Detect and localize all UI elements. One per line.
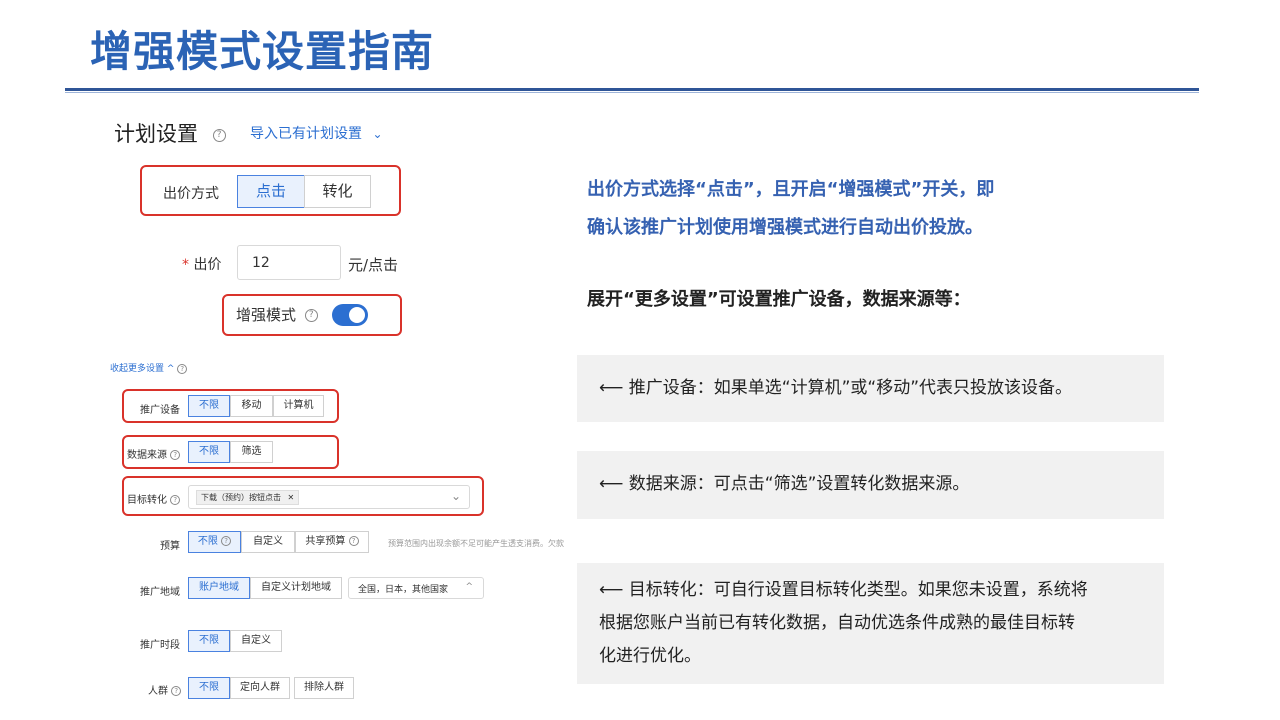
bid-method-conversion-option[interactable]: 转化 xyxy=(304,175,371,208)
title-divider-thin xyxy=(65,92,1199,93)
plan-settings-label: 计划设置 xyxy=(114,122,198,146)
crowd-option-targeted[interactable]: 定向人群 xyxy=(230,677,290,699)
target-note-line-3: 化进行优化。 xyxy=(599,646,701,666)
target-conversion-tag-label: 下载（预约）按钮点击 xyxy=(201,493,281,502)
device-option-computer[interactable]: 计算机 xyxy=(273,395,324,417)
enhanced-mode-label: 增强模式 ? xyxy=(236,304,318,325)
budget-hint: 预算范围内出现余额不足可能产生透支消费。欠款 xyxy=(388,539,564,548)
help-icon: ? xyxy=(348,536,359,546)
crowd-option-any[interactable]: 不限 xyxy=(188,677,230,699)
region-label: 推广地域 xyxy=(140,587,180,598)
device-option-mobile[interactable]: 移动 xyxy=(230,395,273,417)
bid-field-label: * 出价 xyxy=(182,254,221,274)
intro-line-1: 出价方式选择“点击”，且开启“增强模式”开关，即 xyxy=(587,179,995,200)
device-note-box: ⟵ 推广设备：如果单选“计算机”或“移动”代表只投放该设备。 xyxy=(577,355,1164,422)
help-icon: ? xyxy=(177,363,188,374)
crowd-label: 人群 ? xyxy=(148,682,182,697)
collapse-more-settings-label: 收起更多设置 ^ xyxy=(110,364,175,374)
required-mark: * xyxy=(182,257,189,273)
target-conversion-select[interactable]: 下载（预约）按钮点击 ✕ ⌄ xyxy=(188,485,470,509)
crowd-option-excluded[interactable]: 排除人群 xyxy=(294,677,354,699)
region-option-account[interactable]: 账户地域 xyxy=(188,577,250,599)
budget-option-custom[interactable]: 自定义 xyxy=(241,531,295,553)
help-icon: ? xyxy=(221,536,232,546)
remove-tag-icon[interactable]: ✕ xyxy=(288,493,295,502)
target-note-line-1: ⟵ 目标转化：可自行设置目标转化类型。如果您未设置，系统将 xyxy=(599,580,1088,600)
data-source-option-filter[interactable]: 筛选 xyxy=(230,441,273,463)
region-option-custom[interactable]: 自定义计划地域 xyxy=(250,577,342,599)
data-source-note-box: ⟵ 数据来源：可点击“筛选”设置转化数据来源。 xyxy=(577,451,1164,519)
device-note: ⟵ 推广设备：如果单选“计算机”或“移动”代表只投放该设备。 xyxy=(599,378,1073,398)
plan-settings-title: 计划设置 ? xyxy=(114,118,226,148)
budget-option-any-label: 不限 xyxy=(197,536,218,547)
chevron-down-icon: ⌄ xyxy=(372,127,383,141)
collapse-more-settings-link[interactable]: 收起更多设置 ^ ? xyxy=(110,361,188,374)
import-plan-label: 导入已有计划设置 xyxy=(250,126,362,142)
data-source-option-any[interactable]: 不限 xyxy=(188,441,230,463)
budget-option-shared-label: 共享预算 xyxy=(305,536,346,547)
target-conversion-label: 目标转化 ? xyxy=(127,491,181,506)
chevron-up-icon: ^ xyxy=(465,582,473,592)
time-label: 推广时段 xyxy=(140,640,180,651)
enhanced-mode-text: 增强模式 xyxy=(236,306,297,324)
target-conversion-text: 目标转化 xyxy=(127,495,167,506)
device-option-any[interactable]: 不限 xyxy=(188,395,230,417)
slide-title: 增强模式设置指南 xyxy=(90,27,435,76)
crowd-text: 人群 xyxy=(148,686,168,697)
help-icon[interactable]: ? xyxy=(170,450,181,460)
region-select[interactable]: 全国，日本，其他国家 ^ xyxy=(348,577,484,599)
help-icon[interactable]: ? xyxy=(171,686,182,696)
enhanced-mode-toggle[interactable] xyxy=(332,304,368,326)
chevron-down-icon: ⌄ xyxy=(450,489,461,503)
data-source-text: 数据来源 xyxy=(127,450,167,461)
data-source-note: ⟵ 数据来源：可点击“筛选”设置转化数据来源。 xyxy=(599,474,970,494)
help-icon[interactable]: ? xyxy=(170,495,181,505)
more-settings-note: 展开“更多设置”可设置推广设备，数据来源等： xyxy=(587,289,971,310)
budget-label: 预算 xyxy=(160,541,180,552)
help-icon[interactable]: ? xyxy=(212,128,226,142)
device-label: 推广设备 xyxy=(140,405,180,416)
region-value: 全国，日本，其他国家 xyxy=(358,585,449,595)
bid-value: 12 xyxy=(252,255,270,271)
bid-input[interactable]: 12 xyxy=(237,245,341,280)
help-icon[interactable]: ? xyxy=(304,309,318,322)
bid-method-click-option[interactable]: 点击 xyxy=(237,175,305,208)
budget-option-shared[interactable]: 共享预算 ? xyxy=(295,531,369,553)
import-plan-link[interactable]: 导入已有计划设置 ⌄ xyxy=(250,123,383,143)
toggle-knob xyxy=(349,307,365,323)
bid-label: 出价 xyxy=(193,257,222,273)
budget-option-any[interactable]: 不限 ? xyxy=(188,531,241,553)
bid-method-label: 出价方式 xyxy=(163,186,219,202)
data-source-label: 数据来源 ? xyxy=(127,446,181,461)
title-divider xyxy=(65,88,1199,91)
target-conversion-note-box: ⟵ 目标转化：可自行设置目标转化类型。如果您未设置，系统将 根据您账户当前已有转… xyxy=(577,563,1164,684)
target-conversion-tag: 下载（预约）按钮点击 ✕ xyxy=(196,490,300,505)
time-option-custom[interactable]: 自定义 xyxy=(230,630,282,652)
bid-unit: 元/点击 xyxy=(348,256,399,274)
intro-line-2: 确认该推广计划使用增强模式进行自动出价投放。 xyxy=(587,217,983,238)
target-note-line-2: 根据您账户当前已有转化数据，自动优选条件成熟的最佳目标转 xyxy=(599,613,1075,633)
time-option-any[interactable]: 不限 xyxy=(188,630,230,652)
